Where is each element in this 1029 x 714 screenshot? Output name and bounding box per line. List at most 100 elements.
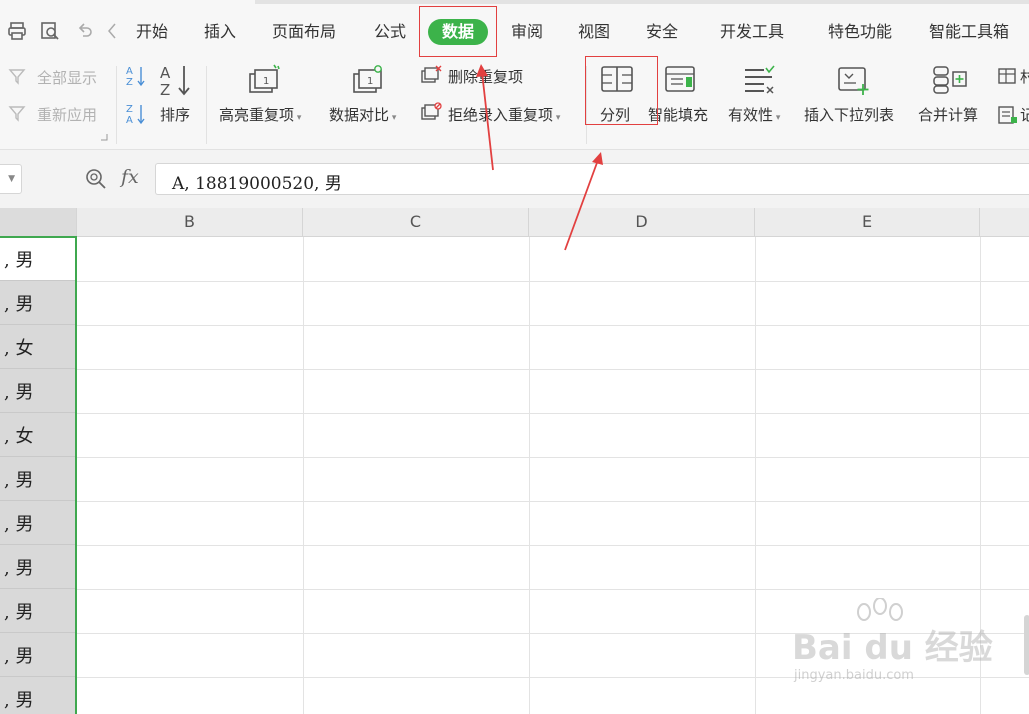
formula-input[interactable]: A, 18819000520, 男 bbox=[155, 163, 1029, 195]
svg-text:A: A bbox=[126, 66, 133, 77]
grid-line bbox=[303, 237, 304, 714]
tab-page-layout[interactable]: 页面布局 bbox=[272, 19, 336, 45]
remove-duplicates-button[interactable]: 删除重复项 bbox=[448, 66, 523, 87]
print-preview-icon[interactable] bbox=[39, 20, 61, 42]
sort-large-icon[interactable]: AZ bbox=[158, 62, 194, 98]
insert-dropdown-icon bbox=[838, 67, 869, 95]
cell-a9[interactable]: , 男 bbox=[0, 589, 77, 633]
remove-duplicates-icon bbox=[421, 65, 442, 83]
validity-button[interactable]: 有效性 ▾ bbox=[728, 104, 780, 125]
name-box-dropdown-icon[interactable]: ▼ bbox=[8, 174, 15, 184]
cell-a11[interactable]: , 男 bbox=[0, 677, 77, 714]
show-all-button[interactable]: 全部显示 bbox=[37, 67, 97, 88]
validity-icon bbox=[745, 65, 775, 94]
cell-a2[interactable]: , 男 bbox=[0, 281, 77, 325]
svg-text:Z: Z bbox=[126, 77, 133, 88]
sort-button[interactable]: 排序 bbox=[160, 104, 190, 125]
cell-a4[interactable]: , 男 bbox=[0, 369, 77, 413]
cut-off-tool-label[interactable]: 村 bbox=[1020, 66, 1029, 87]
show-all-filter-icon bbox=[8, 69, 26, 85]
fx-icon[interactable]: fx bbox=[121, 166, 139, 188]
nav-back-icon[interactable] bbox=[104, 20, 120, 42]
highlight-duplicates-icon: 1 bbox=[249, 64, 280, 93]
tab-security[interactable]: 安全 bbox=[646, 19, 678, 45]
tab-review[interactable]: 审阅 bbox=[511, 19, 543, 45]
column-header-e[interactable]: E bbox=[755, 208, 980, 237]
grid-line bbox=[77, 281, 1029, 282]
formula-value: A, 18819000520, 男 bbox=[172, 174, 342, 194]
cut-off-tool-label-2[interactable]: 记 bbox=[1020, 104, 1029, 125]
svg-text:1: 1 bbox=[367, 76, 373, 87]
column-header-f[interactable] bbox=[980, 208, 1029, 237]
cell-a1[interactable]: , 男 bbox=[0, 237, 77, 281]
reject-duplicates-button[interactable]: 拒绝录入重复项 ▾ bbox=[448, 104, 560, 125]
zoom-formula-icon[interactable] bbox=[84, 167, 108, 191]
column-header-d[interactable]: D bbox=[529, 208, 755, 237]
grid-line bbox=[77, 589, 1029, 590]
text-to-columns-icon bbox=[601, 66, 633, 92]
svg-text:1: 1 bbox=[263, 76, 269, 87]
ribbon-toolbar: 全部显示 重新应用 AZ ZA AZ 排序 1 高亮重复项 ▾ 1 数据对比 ▾… bbox=[0, 62, 1029, 150]
baidu-paw-icon bbox=[857, 598, 903, 621]
column-header-c[interactable]: C bbox=[303, 208, 529, 237]
reject-duplicates-icon bbox=[421, 102, 442, 120]
grid-line bbox=[980, 237, 981, 714]
column-header-b[interactable]: B bbox=[77, 208, 303, 237]
undo-icon[interactable] bbox=[74, 20, 96, 42]
cut-off-tool-icon-2[interactable] bbox=[997, 104, 1019, 126]
cell-a6[interactable]: , 男 bbox=[0, 457, 77, 501]
sort-descending-icon[interactable]: ZA bbox=[124, 102, 146, 126]
tab-view[interactable]: 视图 bbox=[578, 19, 610, 45]
consolidate-button[interactable]: 合并计算 bbox=[918, 104, 978, 125]
grid-line bbox=[77, 369, 1029, 370]
ribbon-separator bbox=[586, 66, 587, 144]
tab-insert[interactable]: 插入 bbox=[204, 19, 236, 45]
insert-dropdown-button[interactable]: 插入下拉列表 bbox=[804, 104, 894, 125]
grid-line bbox=[77, 633, 1029, 634]
cell-a8[interactable]: , 男 bbox=[0, 545, 77, 589]
grid-line bbox=[77, 677, 1029, 678]
grid-line bbox=[529, 237, 530, 714]
smart-fill-icon bbox=[665, 66, 695, 92]
cell-a10[interactable]: , 男 bbox=[0, 633, 77, 677]
watermark-url: jingyan.baidu.com bbox=[794, 668, 914, 683]
cut-off-tool-icon[interactable] bbox=[997, 66, 1019, 88]
grid-line bbox=[77, 545, 1029, 546]
vertical-scrollbar[interactable] bbox=[1024, 615, 1029, 675]
tab-formulas[interactable]: 公式 bbox=[374, 19, 406, 45]
grid-line bbox=[755, 237, 756, 714]
consolidate-icon bbox=[933, 66, 967, 94]
title-bar-edge bbox=[255, 0, 1029, 4]
watermark-brand: Bai du 经验 bbox=[792, 628, 993, 668]
grid-line bbox=[77, 413, 1029, 414]
column-header-a[interactable] bbox=[0, 208, 77, 237]
baidu-jingyan-watermark: Bai du 经验 jingyan.baidu.com bbox=[792, 598, 993, 698]
ribbon-separator bbox=[116, 66, 117, 144]
menu-tab-bar: 开始 插入 页面布局 公式 数据 审阅 视图 安全 开发工具 特色功能 智能工具… bbox=[0, 0, 1029, 62]
tab-data[interactable]: 数据 bbox=[428, 19, 489, 45]
print-icon[interactable] bbox=[6, 20, 28, 42]
svg-text:Z: Z bbox=[160, 81, 170, 98]
svg-text:Z: Z bbox=[126, 104, 133, 115]
tab-special-features[interactable]: 特色功能 bbox=[828, 19, 892, 45]
grid-line bbox=[77, 457, 1029, 458]
highlight-duplicates-button[interactable]: 高亮重复项 ▾ bbox=[219, 104, 301, 125]
grid-line bbox=[77, 325, 1029, 326]
tab-developer[interactable]: 开发工具 bbox=[720, 19, 784, 45]
ribbon-separator bbox=[206, 66, 207, 144]
data-compare-icon: 1 bbox=[353, 65, 382, 93]
sort-ascending-icon[interactable]: AZ bbox=[124, 64, 146, 88]
tab-start[interactable]: 开始 bbox=[136, 19, 168, 45]
reapply-button[interactable]: 重新应用 bbox=[37, 104, 97, 125]
data-compare-button[interactable]: 数据对比 ▾ bbox=[329, 104, 396, 125]
name-box[interactable]: ▼ bbox=[0, 164, 22, 194]
cell-a3[interactable]: , 女 bbox=[0, 325, 77, 369]
text-to-columns-button[interactable]: 分列 bbox=[600, 104, 630, 125]
cell-a7[interactable]: , 男 bbox=[0, 501, 77, 545]
smart-fill-button[interactable]: 智能填充 bbox=[648, 104, 708, 125]
reapply-filter-icon bbox=[8, 106, 26, 122]
group-launcher-icon[interactable] bbox=[100, 133, 108, 141]
cell-a5[interactable]: , 女 bbox=[0, 413, 77, 457]
svg-text:A: A bbox=[126, 115, 133, 126]
tab-smart-toolbox[interactable]: 智能工具箱 bbox=[929, 19, 1009, 45]
